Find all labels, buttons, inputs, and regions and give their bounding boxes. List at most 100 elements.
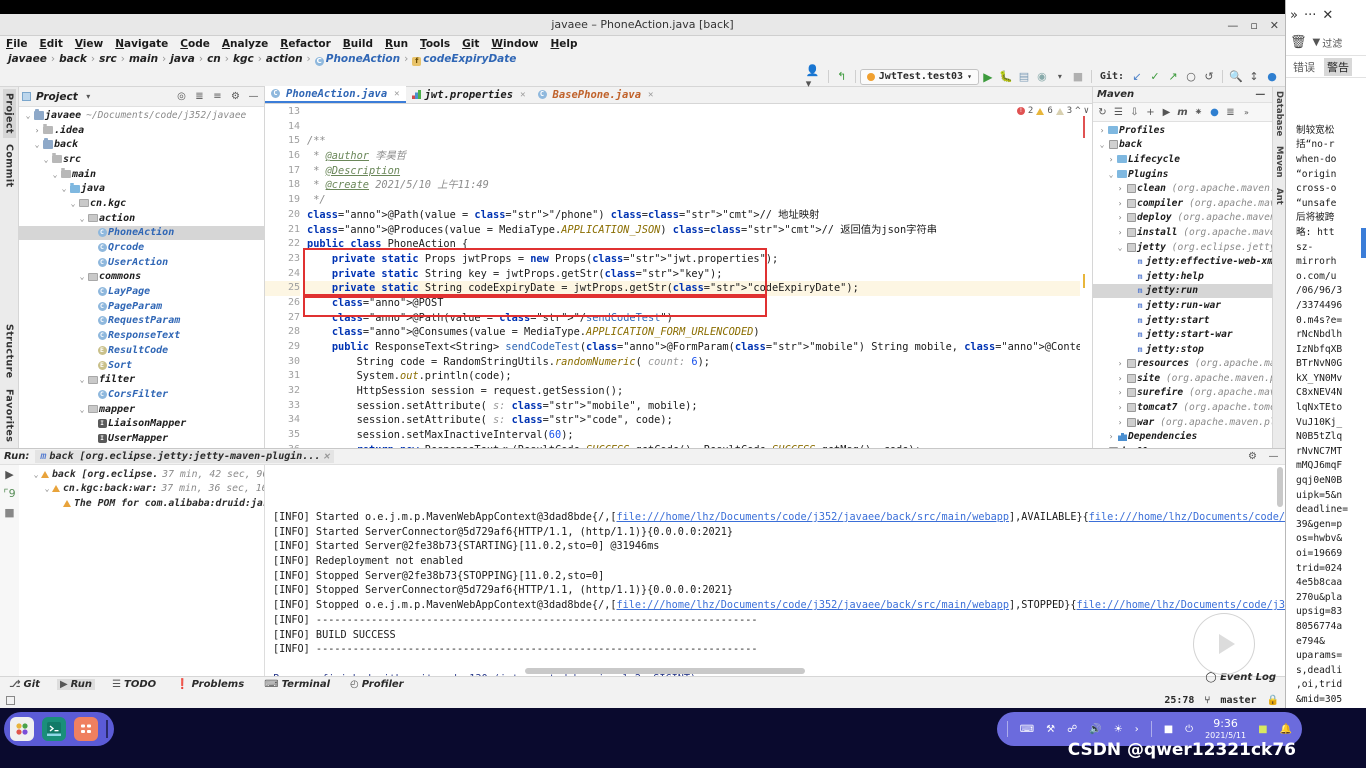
maven-tree-node[interactable]: › surefire (org.apache.maven [1093, 386, 1272, 401]
more-icon[interactable]: » [1239, 105, 1254, 120]
hide-panel-icon[interactable]: — [1266, 449, 1281, 464]
line-number[interactable]: 13 [265, 105, 300, 120]
code-line[interactable]: * @author 李昊哲 [303, 149, 1080, 164]
maven-tree[interactable]: › Profiles ⌄ back › Lifecycle ⌄ Plugins › clean (… [1093, 122, 1272, 448]
tree-expander[interactable]: ⌄ [77, 214, 87, 223]
volume-icon[interactable]: 🔊 [1089, 724, 1101, 735]
tree-expander[interactable]: › [1097, 126, 1107, 135]
collapse-all-icon[interactable]: ≡ [210, 89, 225, 104]
code-line[interactable]: class="anno">@Consumes(value = MediaType… [303, 325, 1080, 340]
file-link[interactable]: file:///home/lhz/Documents/code/j352/jav… [1089, 512, 1285, 523]
run-tree-node[interactable]: ⌄ cn.kgc:back:war:37 min, 36 sec, 167 ns [19, 482, 264, 497]
strip-tab-structure[interactable]: Structure [3, 320, 16, 383]
breadcrumb-item-phoneaction[interactable]: C PhoneAction [313, 53, 402, 66]
close-icon[interactable]: ✕ [648, 90, 653, 100]
maven-tree-node[interactable]: › Profiles [1093, 123, 1272, 138]
run-tab[interactable]: m back [org.eclipse.jetty:jetty-maven-pl… [35, 450, 335, 463]
editor-tab-jwt-properties[interactable]: jwt.properties ✕ [406, 86, 532, 103]
push-icon[interactable]: ↗ [1164, 69, 1182, 85]
run-configuration-selector[interactable]: JwtTest.test03 ▾ [859, 68, 979, 85]
strip-tab-project[interactable]: Project [2, 89, 16, 138]
clock[interactable]: 9:36 2021/5/11 [1205, 717, 1246, 740]
back-arrow-icon[interactable]: ↰ [833, 69, 851, 85]
tree-expander[interactable]: ⌄ [31, 470, 41, 479]
tree-expander[interactable]: ⌄ [77, 405, 87, 414]
strip-tab-commit[interactable]: Commit [3, 140, 16, 192]
project-tree-node[interactable]: ⌄pojo [19, 446, 264, 449]
tree-expander[interactable]: › [1115, 213, 1125, 222]
rerun-icon[interactable]: ▶ [5, 468, 13, 481]
line-number[interactable]: 26 [265, 296, 300, 311]
code-line[interactable]: System.out.println(code); [303, 369, 1080, 384]
menu-item-analyze[interactable]: Analyze [222, 38, 268, 50]
line-number[interactable]: 22 [265, 237, 300, 252]
tool-window-button-run[interactable]: ▶ Run [56, 679, 96, 690]
compare-icon[interactable]: ↕ [1245, 69, 1263, 85]
menu-item-edit[interactable]: Edit [40, 38, 63, 50]
line-number[interactable]: 21 [265, 223, 300, 238]
console-output[interactable]: [INFO] Started o.e.j.m.p.MavenWebAppCont… [265, 465, 1285, 676]
editor-tab-basephone-java[interactable]: C BasePhone.java ✕ [532, 86, 660, 103]
project-tree-node[interactable]: I LiaisonMapper [19, 416, 264, 431]
maven-tree-node[interactable]: › resources (org.apache.maven [1093, 357, 1272, 372]
strip-tab-database[interactable]: Database [1274, 91, 1284, 136]
code-line[interactable]: public ResponseText<String> sendCodeTest… [303, 340, 1080, 355]
strip-tab-ant[interactable]: Ant [1274, 188, 1284, 205]
search-icon[interactable]: 🔍 [1227, 69, 1245, 85]
line-number[interactable]: 32 [265, 384, 300, 399]
next-problem-icon[interactable]: ∨ [1084, 106, 1089, 116]
brightness-icon[interactable]: ☀ [1114, 724, 1123, 735]
breadcrumb-item-action[interactable]: action [264, 53, 305, 65]
project-tree-node[interactable]: C RequestParam [19, 314, 264, 329]
code-line[interactable]: session.setMaxInactiveInterval(60); [303, 428, 1080, 443]
line-number[interactable]: 18 [265, 178, 300, 193]
hide-panel-icon[interactable]: — [1253, 87, 1268, 102]
close-icon[interactable]: ✕ [394, 89, 399, 99]
battery-icon[interactable]: ■ [1164, 724, 1173, 735]
note-icon[interactable]: ■ [1258, 724, 1267, 735]
help-icon[interactable]: ● [1263, 69, 1281, 85]
line-number[interactable]: 19 [265, 193, 300, 208]
breadcrumb-item-kgc[interactable]: kgc [231, 53, 256, 65]
line-number[interactable]: 27 [265, 311, 300, 326]
file-link[interactable]: file:///home/lhz/Documents/code/j352/jav… [616, 600, 1009, 611]
download-sources-icon[interactable]: ⇩ [1127, 105, 1142, 120]
console-vertical-scrollbar[interactable] [1277, 467, 1283, 507]
breadcrumb-item-src[interactable]: src [97, 53, 119, 65]
tree-expander[interactable]: ⌄ [32, 140, 42, 149]
tree-expander[interactable]: › [1115, 184, 1125, 193]
project-tree[interactable]: ⌄ javaee ~/Documents/code/j352/javaee › .ide… [19, 107, 264, 448]
maven-tree-node[interactable]: › site (org.apache.maven.plu [1093, 371, 1272, 386]
code-line[interactable]: String code = RandomStringUtils.randomNu… [303, 355, 1080, 370]
toggle-offline-icon[interactable]: ⁕ [1191, 105, 1206, 120]
project-tree-node[interactable]: I UserMapper [19, 431, 264, 446]
project-tree-node[interactable]: ⌄ commons [19, 270, 264, 285]
project-tree-node[interactable]: C PageParam [19, 299, 264, 314]
close-button[interactable]: ✕ [1270, 20, 1279, 31]
code-line[interactable]: return new ResponseText<>(ResultCode.SUC… [303, 443, 1080, 448]
project-tree-node[interactable]: C UserAction [19, 255, 264, 270]
maven-tree-node[interactable]: m jetty:effective-web-xml [1093, 254, 1272, 269]
file-link[interactable]: file:///home/lhz/Documents/code/j352/jav… [616, 512, 1009, 523]
maven-tree-node[interactable]: › deploy (org.apache.maven.p [1093, 211, 1272, 226]
debug-icon[interactable]: ⌜9 [3, 487, 15, 500]
tree-expander[interactable]: ⌄ [50, 170, 60, 179]
status-toggle-icon[interactable] [6, 695, 15, 705]
maven-tree-node[interactable]: › war (org.apache.maven.plug [1093, 415, 1272, 430]
code-line[interactable]: * @Description [303, 164, 1080, 179]
minimize-button[interactable]: — [1227, 20, 1238, 31]
project-tree-node[interactable]: ⌄ main [19, 167, 264, 182]
tree-expander[interactable]: ⌄ [59, 184, 69, 193]
line-number[interactable]: 24 [265, 267, 300, 282]
tool-window-button-problems[interactable]: ❗ Problems [173, 679, 247, 690]
tool-window-button-terminal[interactable]: ⌨ Terminal [261, 679, 333, 690]
close-icon[interactable]: ✕ [1322, 8, 1333, 23]
maven-tree-node[interactable]: m jetty:start [1093, 313, 1272, 328]
line-number[interactable]: 17 [265, 164, 300, 179]
maven-tree-node[interactable]: m jetty:run [1093, 283, 1272, 299]
code-line[interactable]: session.setAttribute( s: class="str">"mo… [303, 399, 1080, 414]
line-number[interactable]: 30 [265, 355, 300, 370]
run-tree-node[interactable]: The POM for com.alibaba:druid:jar: [19, 496, 264, 511]
profile-icon[interactable]: ◉ [1033, 69, 1051, 85]
video-play-overlay-button[interactable] [1193, 613, 1255, 675]
